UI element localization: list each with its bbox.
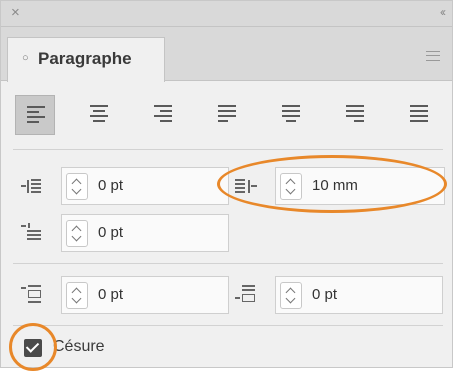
first-line-indent-stepper[interactable] <box>66 220 88 247</box>
space-after-stepper[interactable] <box>280 282 302 309</box>
space-after-value[interactable]: 0 pt <box>312 286 337 303</box>
highlight-oval-checkbox <box>9 323 57 371</box>
tab-paragraphe[interactable]: ○ Paragraphe <box>7 37 165 82</box>
justify-all-button[interactable] <box>399 95 439 135</box>
left-indent-stepper[interactable] <box>66 173 88 200</box>
space-before-icon <box>21 283 45 307</box>
left-indent-field[interactable]: 0 pt <box>61 167 229 205</box>
align-right-icon <box>154 105 172 125</box>
space-before-stepper[interactable] <box>66 282 88 309</box>
justify-right-button[interactable] <box>335 95 375 135</box>
divider <box>13 149 443 150</box>
justify-center-button[interactable] <box>271 95 311 135</box>
space-before-value[interactable]: 0 pt <box>98 286 123 303</box>
panel-menu-icon[interactable] <box>426 51 440 61</box>
align-right-button[interactable] <box>143 95 183 135</box>
tab-strip: ○ Paragraphe <box>1 27 452 82</box>
tab-label: Paragraphe <box>38 49 132 68</box>
space-after-icon <box>235 283 259 307</box>
collapse-icon[interactable]: ‹‹ <box>440 3 446 21</box>
justify-all-icon <box>410 105 428 125</box>
close-icon[interactable]: × <box>11 4 20 22</box>
space-before-field[interactable]: 0 pt <box>61 276 229 314</box>
space-after-field[interactable]: 0 pt <box>275 276 443 314</box>
chevron-down-icon[interactable] <box>71 293 82 304</box>
chevron-down-icon[interactable] <box>71 184 82 195</box>
left-indent-icon <box>21 174 45 198</box>
circle-arrows-icon: ○ <box>22 52 29 64</box>
first-line-indent-field[interactable]: 0 pt <box>61 214 229 252</box>
align-center-icon <box>90 105 108 125</box>
panel-titlebar: × ‹‹ <box>1 1 452 27</box>
alignment-button-row <box>15 95 445 135</box>
justify-center-icon <box>282 105 300 125</box>
align-left-icon <box>27 106 45 126</box>
justify-left-button[interactable] <box>207 95 247 135</box>
divider <box>13 263 443 264</box>
align-center-button[interactable] <box>79 95 119 135</box>
divider <box>13 325 443 326</box>
left-indent-value[interactable]: 0 pt <box>98 177 123 194</box>
hyphenation-label: Césure <box>53 338 105 355</box>
highlight-oval-right-indent <box>217 155 447 213</box>
paragraph-panel: × ‹‹ ○ Paragraphe 0 pt 10 mm 0 pt 0 pt 0… <box>0 0 453 371</box>
first-line-indent-value[interactable]: 0 pt <box>98 224 123 241</box>
justify-right-icon <box>346 105 364 125</box>
justify-left-icon <box>218 105 236 125</box>
chevron-down-icon[interactable] <box>285 293 296 304</box>
chevron-down-icon[interactable] <box>71 231 82 242</box>
align-left-button[interactable] <box>15 95 55 135</box>
first-line-indent-icon <box>21 221 45 245</box>
